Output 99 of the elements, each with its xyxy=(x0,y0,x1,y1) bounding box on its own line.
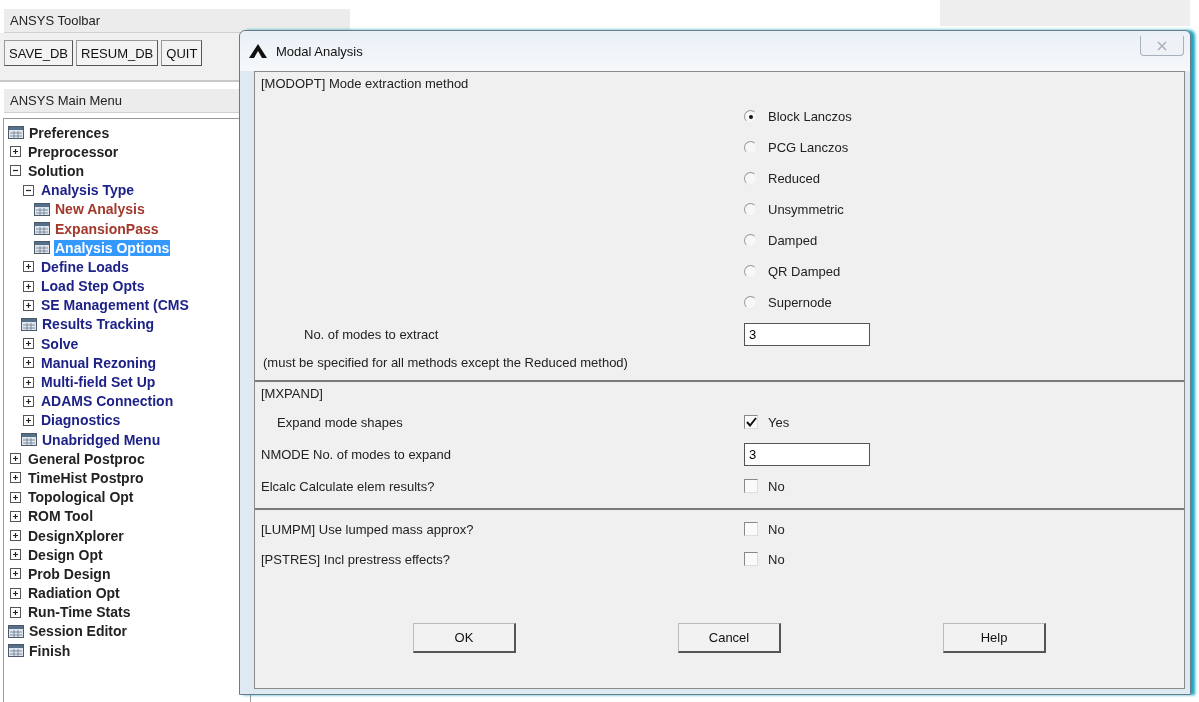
option-label: Reduced xyxy=(768,171,821,186)
field-label: [PSTRES] Incl prestress effects? xyxy=(260,551,452,567)
menu-item[interactable]: Preprocessor xyxy=(27,143,120,160)
toolbar-button[interactable]: RESUM_DB xyxy=(76,40,159,66)
table-icon xyxy=(8,126,24,140)
field-label: NMODE No. of modes to expand xyxy=(260,446,453,462)
menu-item[interactable]: SE Management (CMS xyxy=(40,297,190,314)
dialog-button[interactable]: Help xyxy=(943,623,1046,653)
option-label: Unsymmetric xyxy=(768,202,844,217)
expand-icon[interactable] xyxy=(10,453,21,465)
expand-icon[interactable] xyxy=(10,587,21,599)
expand-icon[interactable] xyxy=(23,261,34,273)
table-icon xyxy=(21,433,37,447)
radio-button[interactable] xyxy=(744,265,757,278)
menu-item[interactable]: Prob Design xyxy=(27,565,112,582)
expand-icon[interactable] xyxy=(10,568,21,580)
toolbar-title: ANSYS Toolbar xyxy=(4,9,350,33)
dialog-button[interactable]: Cancel xyxy=(678,623,781,653)
checkbox[interactable] xyxy=(744,552,758,566)
menu-item[interactable]: Run-Time Stats xyxy=(27,604,132,621)
close-icon xyxy=(1157,40,1167,51)
menu-item[interactable]: Solution xyxy=(27,162,85,179)
menu-item[interactable]: Topological Opt xyxy=(27,489,135,506)
expand-icon[interactable] xyxy=(10,146,21,158)
menu-item[interactable]: Solve xyxy=(40,335,80,352)
expand-icon[interactable] xyxy=(23,299,34,311)
field-label: [LUMPM] Use lumped mass approx? xyxy=(260,521,475,537)
menu-item[interactable]: Design Opt xyxy=(27,546,104,563)
field-label: Expand mode shapes xyxy=(276,414,404,430)
option-label: PCG Lanczos xyxy=(768,140,849,155)
collapse-icon[interactable] xyxy=(23,184,34,196)
field-label: Elcalc Calculate elem results? xyxy=(260,478,436,494)
toolbar-button[interactable]: SAVE_DB xyxy=(4,40,73,66)
radio-button[interactable] xyxy=(744,172,757,185)
radio-button[interactable] xyxy=(744,110,757,123)
table-icon xyxy=(34,241,50,255)
field-label: No. of modes to extract xyxy=(303,326,440,342)
table-icon xyxy=(34,202,50,216)
expand-icon[interactable] xyxy=(10,549,21,561)
option-label: Supernode xyxy=(768,295,832,310)
table-icon xyxy=(8,624,24,638)
expand-icon[interactable] xyxy=(10,510,21,522)
radio-button[interactable] xyxy=(744,296,757,309)
section-heading: [MXPAND] xyxy=(260,385,324,403)
expand-icon[interactable] xyxy=(10,530,21,542)
note-text: (must be specified for all methods except the Reduced method) xyxy=(263,354,628,370)
menu-item[interactable]: Unabridged Menu xyxy=(41,431,162,448)
menu-item[interactable]: ROM Tool xyxy=(27,508,95,525)
expand-icon[interactable] xyxy=(23,338,34,350)
expand-icon[interactable] xyxy=(10,472,21,484)
toolbar-button[interactable]: QUIT xyxy=(161,40,203,66)
menu-item[interactable]: Multi-field Set Up xyxy=(40,374,157,391)
option-label: No xyxy=(768,478,785,494)
menu-item[interactable]: DesignXplorer xyxy=(27,527,125,544)
menu-item[interactable]: Diagnostics xyxy=(40,412,122,429)
table-icon xyxy=(21,317,37,331)
window-title: Modal Analysis xyxy=(276,43,364,59)
check-icon xyxy=(745,417,757,427)
menu-item[interactable]: Define Loads xyxy=(40,258,130,275)
section-heading: [MODOPT] Mode extraction method xyxy=(260,75,470,93)
menu-item[interactable]: Session Editor xyxy=(28,623,129,640)
menu-item[interactable]: Preferences xyxy=(28,124,111,141)
option-label: No xyxy=(768,521,785,537)
option-label: QR Damped xyxy=(768,264,841,279)
radio-button[interactable] xyxy=(744,203,757,216)
radio-button[interactable] xyxy=(744,141,757,154)
option-label: Block Lanczos xyxy=(768,109,852,124)
option-label: No xyxy=(768,551,785,567)
menu-item[interactable]: New Analysis xyxy=(54,201,146,218)
menu-item[interactable]: General Postproc xyxy=(27,450,146,467)
expand-icon[interactable] xyxy=(23,395,34,407)
menu-item[interactable]: Manual Rezoning xyxy=(40,354,158,371)
radio-button[interactable] xyxy=(744,234,757,247)
table-icon xyxy=(8,644,24,658)
expand-icon[interactable] xyxy=(23,376,34,388)
menu-item[interactable]: Load Step Opts xyxy=(40,278,146,295)
menu-item[interactable]: Radiation Opt xyxy=(27,585,121,602)
option-label: Damped xyxy=(768,233,818,248)
menu-item[interactable]: TimeHist Postpro xyxy=(27,469,145,486)
menu-item[interactable]: ExpansionPass xyxy=(54,220,160,237)
checkbox[interactable] xyxy=(744,479,758,493)
expand-icon[interactable] xyxy=(23,357,34,369)
checkbox[interactable] xyxy=(744,522,758,536)
menu-item[interactable]: Finish xyxy=(28,642,72,659)
menu-item[interactable]: Analysis Type xyxy=(40,182,136,199)
menu-item[interactable]: Results Tracking xyxy=(41,316,156,333)
checkbox[interactable] xyxy=(744,415,758,429)
logo-icon xyxy=(248,43,268,59)
dialog-button[interactable]: OK xyxy=(413,623,516,653)
option-label: Yes xyxy=(768,414,790,430)
expand-icon[interactable] xyxy=(10,606,21,618)
expand-icon[interactable] xyxy=(23,414,34,426)
expand-icon[interactable] xyxy=(23,280,34,292)
input-field[interactable]: 3 xyxy=(744,322,870,346)
menu-item[interactable]: ADAMS Connection xyxy=(40,393,175,410)
table-icon xyxy=(34,222,50,236)
input-field[interactable]: 3 xyxy=(744,442,870,466)
expand-icon[interactable] xyxy=(10,491,21,503)
collapse-icon[interactable] xyxy=(10,165,21,177)
